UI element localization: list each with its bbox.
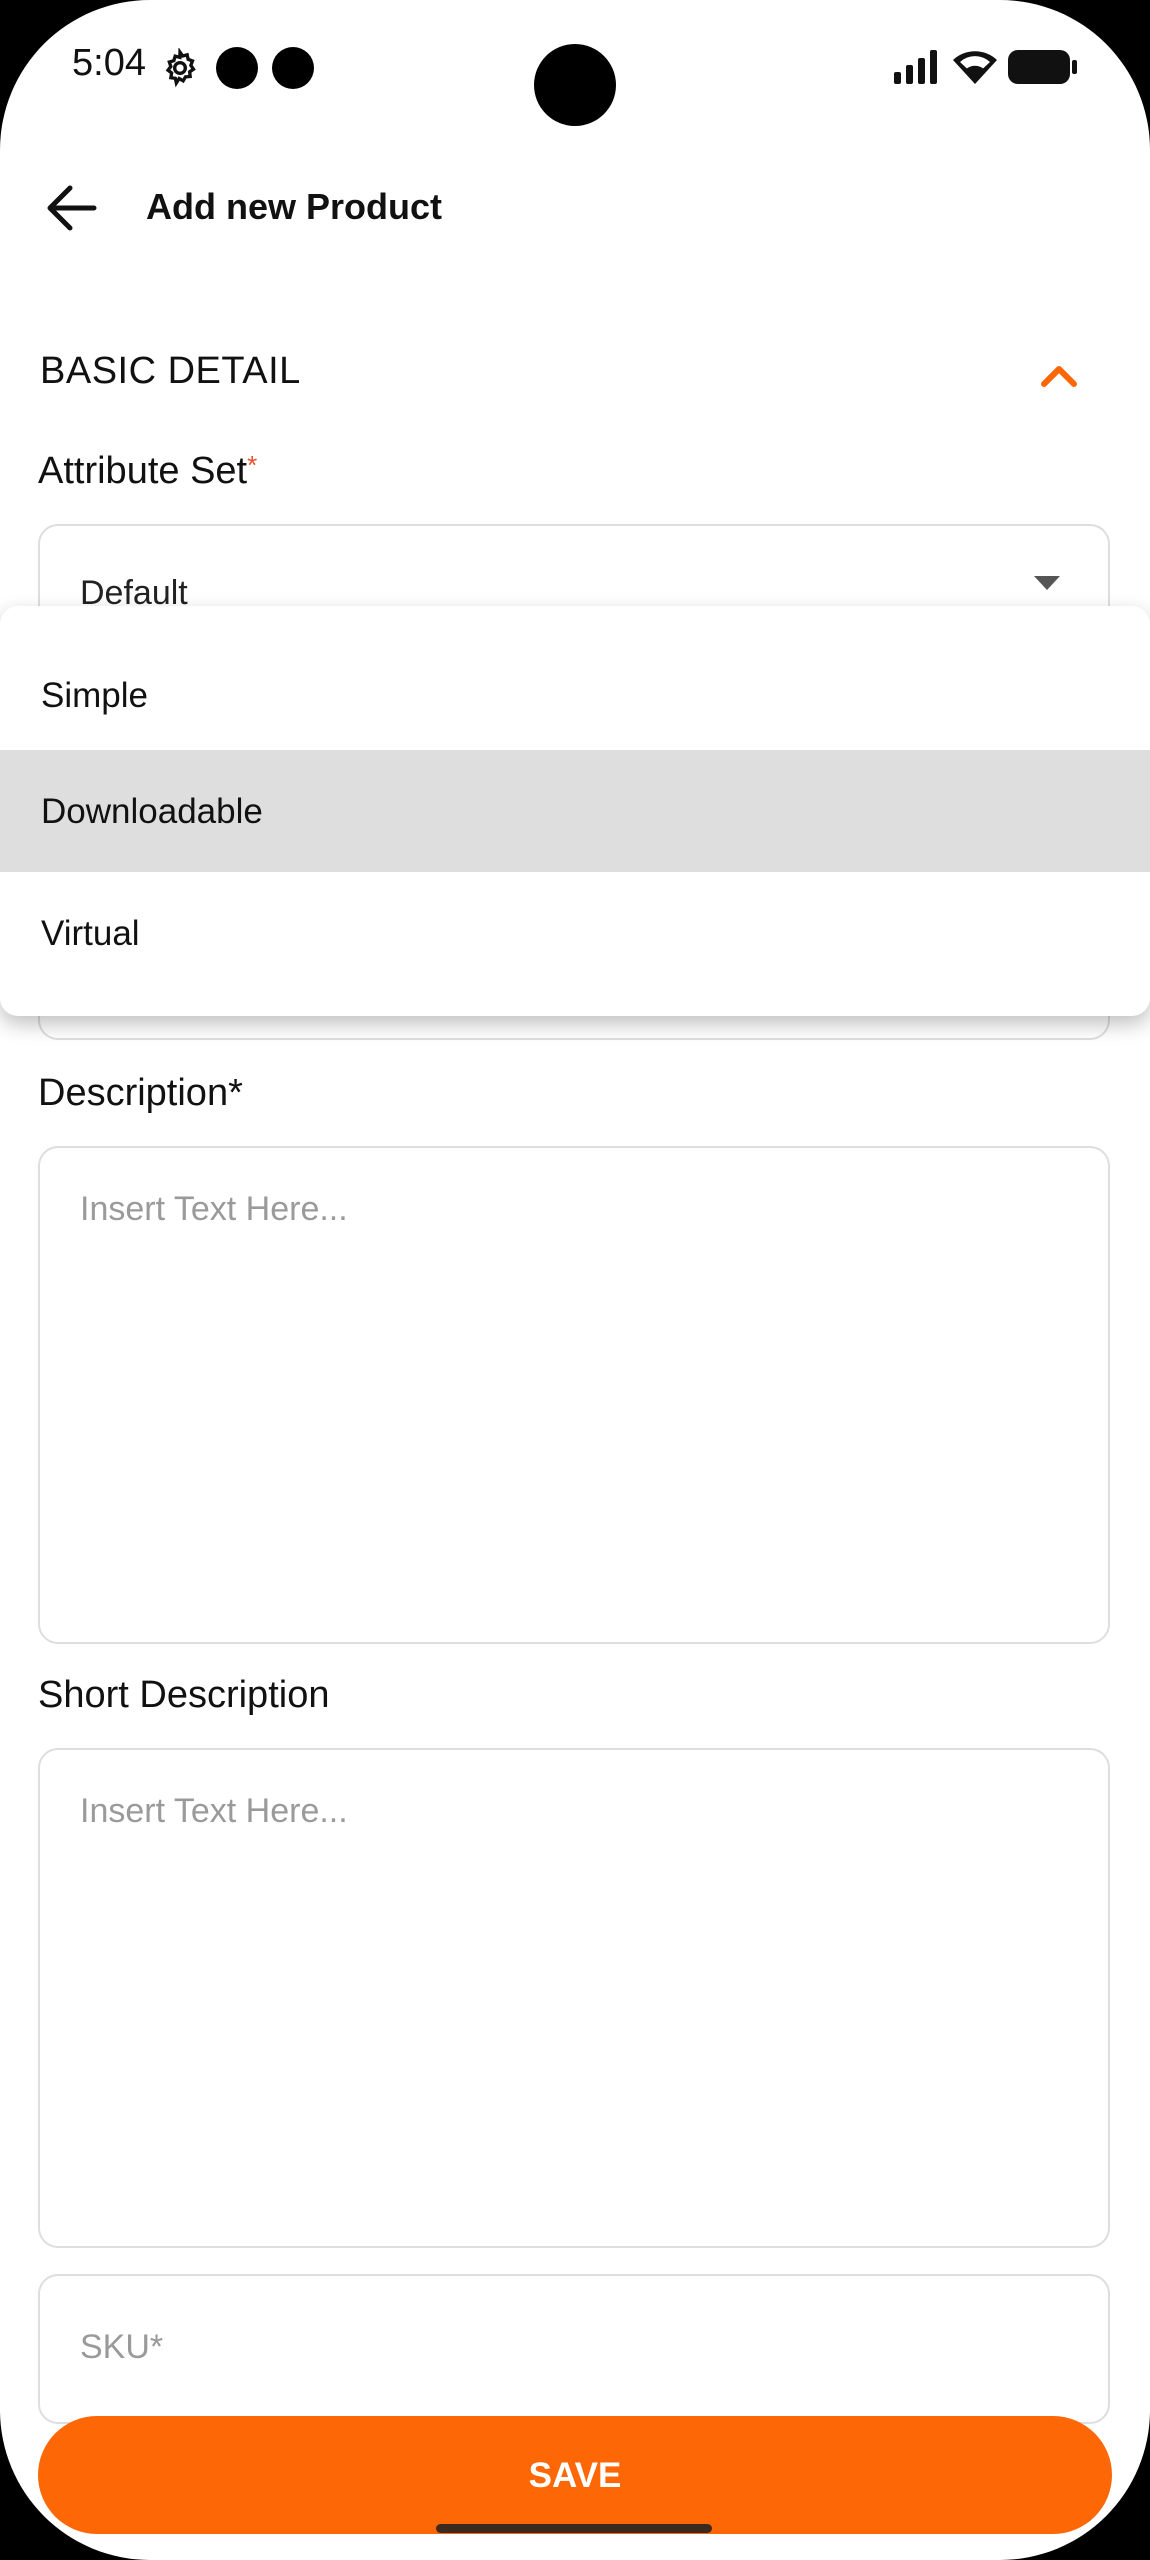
short-description-placeholder: Insert Text Here... [80, 1792, 348, 1830]
sku-placeholder: SKU* [80, 2328, 164, 2366]
dropdown-option-label: Simple [41, 676, 148, 715]
status-time: 5:04 [72, 42, 146, 84]
description-textarea[interactable]: Insert Text Here... [38, 1146, 1110, 1644]
short-description-textarea[interactable]: Insert Text Here... [38, 1748, 1110, 2248]
back-arrow-icon[interactable] [46, 184, 98, 232]
sku-input[interactable]: SKU* [38, 2274, 1110, 2424]
front-camera [534, 44, 616, 126]
page-title: Add new Product [146, 186, 442, 227]
dropdown-option-label: Virtual [41, 914, 140, 953]
signal-icon [894, 50, 937, 84]
short-description-label: Short Description [38, 1674, 330, 1716]
dropdown-arrow-icon[interactable] [1034, 576, 1060, 590]
attribute-set-label-text: Attribute Set [38, 450, 248, 492]
section-title: BASIC DETAIL [40, 350, 301, 392]
attribute-set-label: Attribute Set* [38, 450, 257, 493]
description-label: Description* [38, 1072, 243, 1114]
required-mark: * [247, 450, 258, 480]
battery-icon [1008, 50, 1077, 84]
save-button[interactable]: SAVE [38, 2416, 1112, 2534]
description-placeholder: Insert Text Here... [80, 1190, 348, 1228]
settings-gear-icon [165, 48, 196, 88]
notification-dot-icon [216, 47, 258, 89]
notification-dot-icon [272, 47, 314, 89]
home-indicator[interactable] [436, 2524, 712, 2533]
dropdown-option-label: Downloadable [41, 792, 263, 831]
dropdown-option-simple[interactable]: Simple [0, 634, 1150, 756]
save-button-label: SAVE [528, 2456, 622, 2495]
dropdown-option-virtual[interactable]: Virtual [0, 872, 1150, 994]
product-type-dropdown-menu: Simple Downloadable Virtual [0, 606, 1150, 1016]
phone-screen: 5:04 Add new Product BASIC DETAIL Attrib… [0, 0, 1150, 2560]
wifi-icon [953, 51, 997, 84]
chevron-up-icon[interactable] [1036, 358, 1082, 392]
dropdown-option-downloadable[interactable]: Downloadable [0, 750, 1150, 872]
